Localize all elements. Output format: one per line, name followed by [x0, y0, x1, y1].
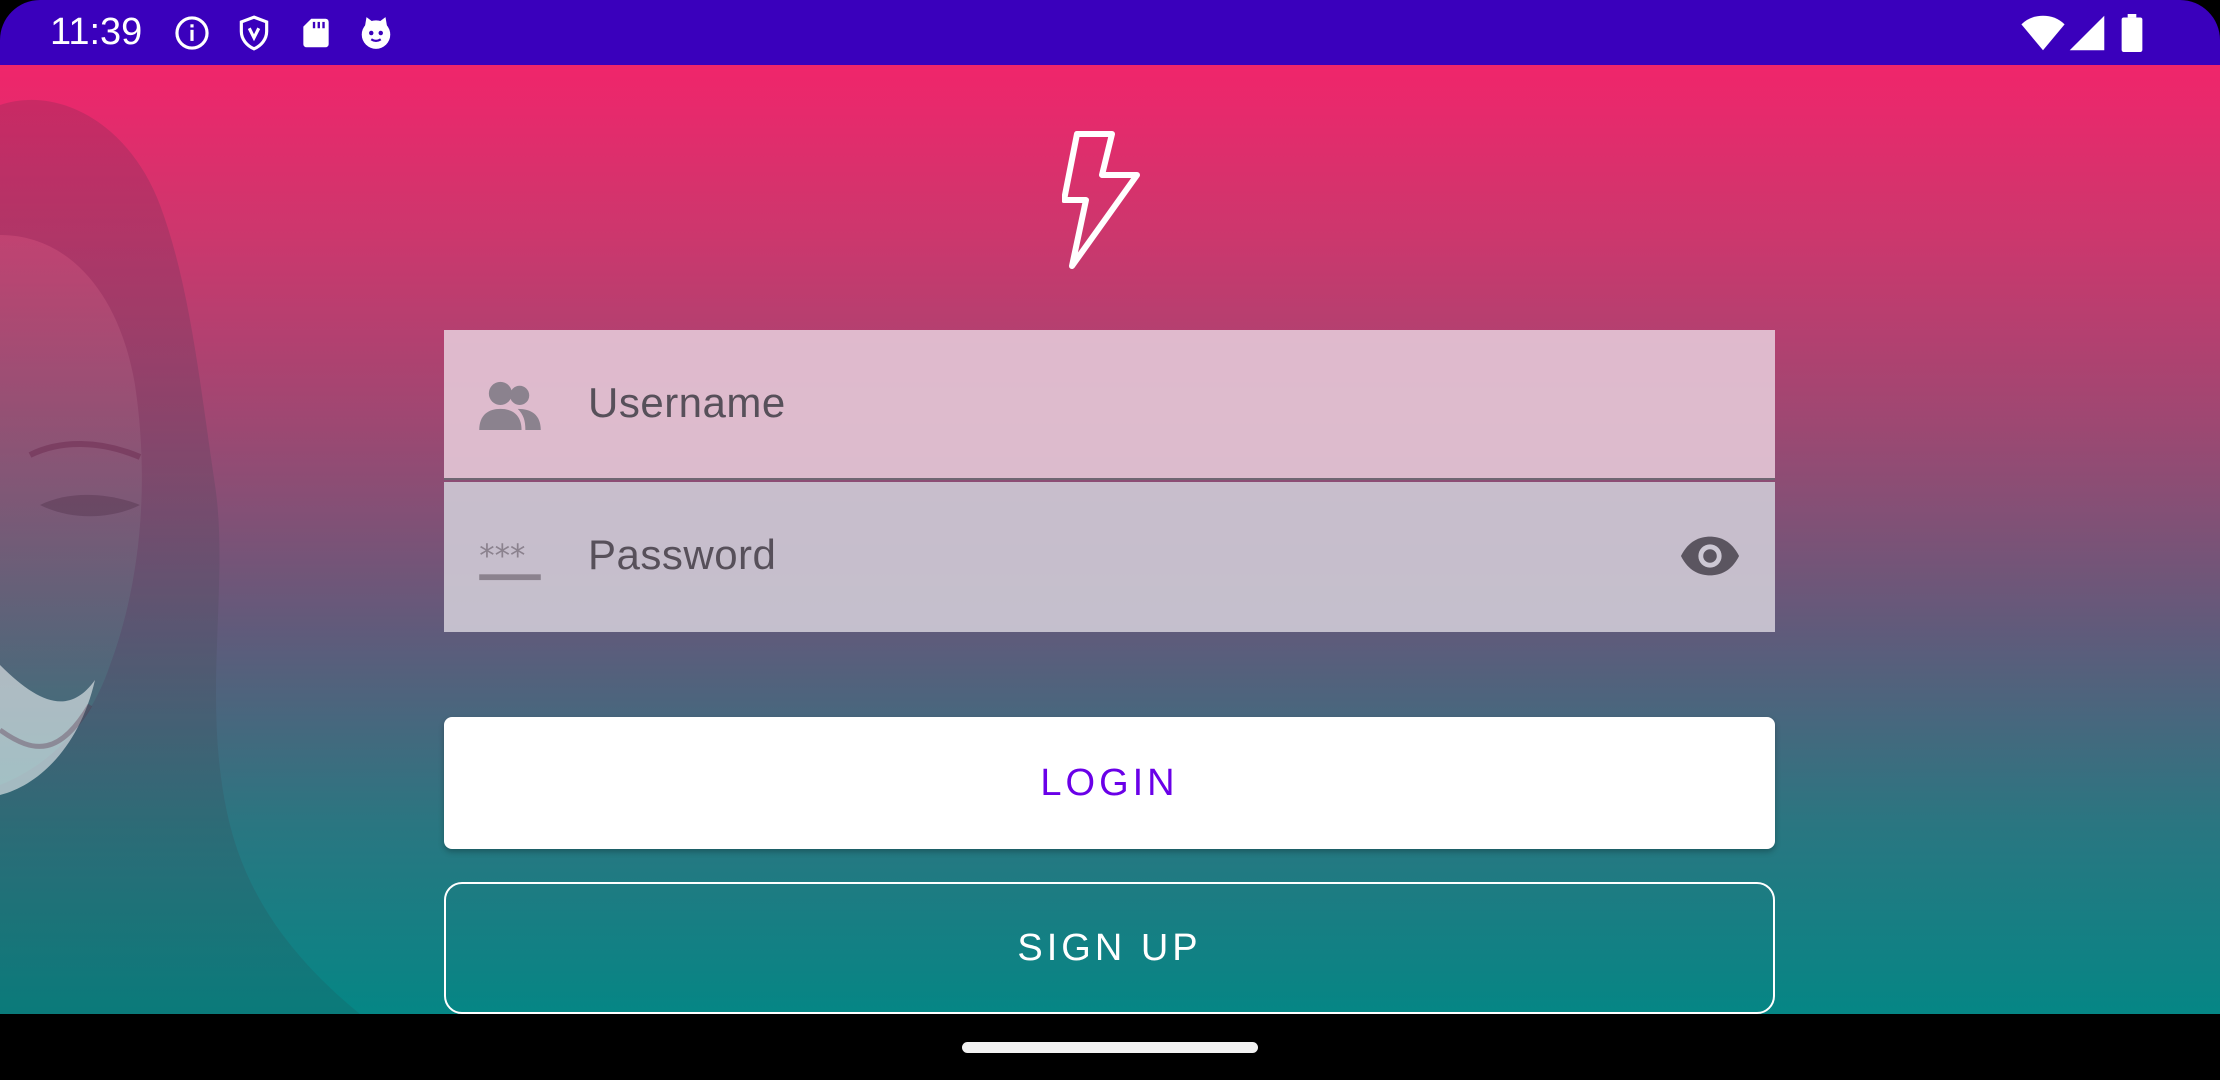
login-screen: Username *** Password LOGIN SIGN UP [0, 65, 2220, 1014]
background-portrait [0, 99, 360, 1014]
shield-icon [239, 15, 269, 51]
app-screen: 11:39 Username *** Password LOGIN SIGN U… [0, 0, 2220, 1080]
info-icon [175, 16, 209, 50]
home-gesture-handle[interactable] [962, 1042, 1258, 1053]
password-field[interactable]: *** Password [444, 482, 1775, 632]
lightning-bolt-icon [1062, 131, 1140, 269]
status-time: 11:39 [50, 11, 143, 53]
navigation-bar [0, 1014, 2220, 1080]
signal-icon [2069, 15, 2105, 51]
people-icon [479, 381, 541, 430]
eye-icon[interactable] [1679, 530, 1741, 582]
cat-icon [361, 17, 391, 49]
password-input[interactable]: Password [588, 530, 776, 580]
battery-icon [2121, 14, 2143, 52]
wifi-icon [2021, 15, 2065, 51]
username-field[interactable]: Username [444, 330, 1775, 480]
signup-button[interactable]: SIGN UP [444, 882, 1775, 1014]
password-icon: *** [479, 539, 541, 581]
svg-text:***: *** [479, 539, 525, 575]
login-button[interactable]: LOGIN [444, 717, 1775, 849]
sd-card-icon [303, 18, 329, 48]
status-bar: 11:39 [0, 0, 2220, 65]
username-input[interactable]: Username [588, 378, 786, 428]
